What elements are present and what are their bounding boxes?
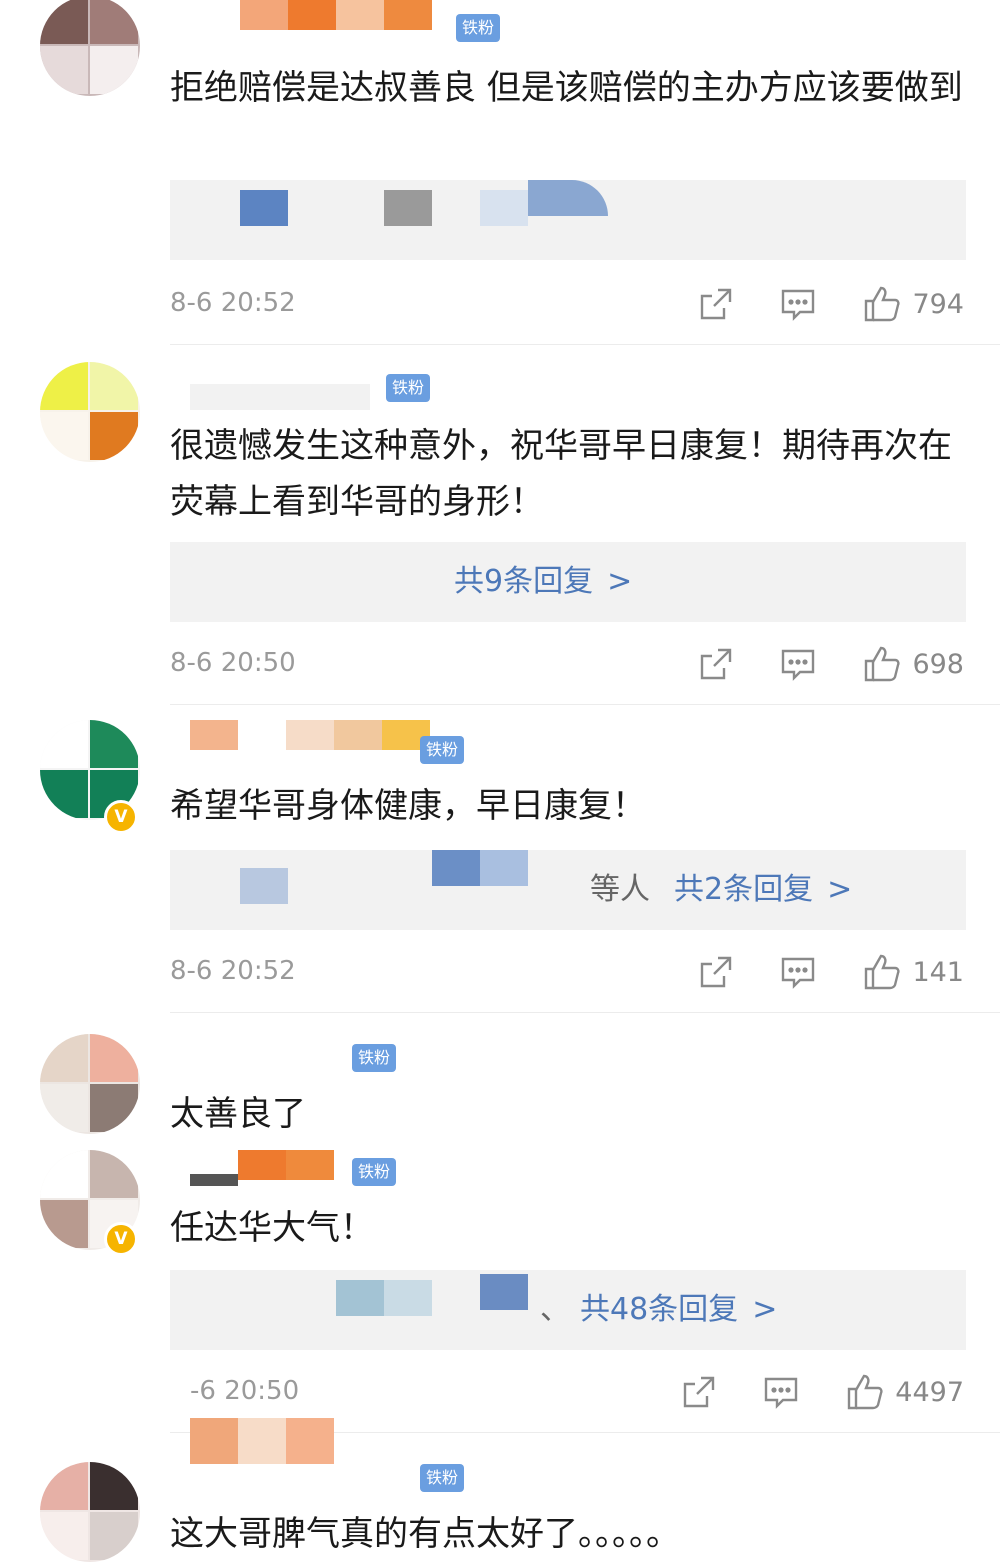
comment-time: 8-6 20:52 (170, 956, 296, 986)
avatar[interactable] (40, 1034, 140, 1134)
fan-badge: 铁粉 (352, 1044, 397, 1072)
share-icon[interactable] (698, 646, 734, 682)
verified-badge-icon: V (104, 1222, 138, 1256)
thumbs-up-icon (865, 646, 901, 682)
fan-badge: 铁粉 (386, 374, 431, 402)
view-replies-link[interactable]: 共2条回复 > (674, 850, 852, 930)
fan-badge: 铁粉 (456, 14, 501, 42)
fan-badge: 铁粉 (420, 736, 465, 764)
comment-actions: 698 (652, 644, 964, 684)
fan-badge: 铁粉 (420, 1464, 465, 1492)
reply-preview[interactable]: 共9条回复 > (170, 542, 966, 622)
like-button[interactable]: 4497 (845, 1372, 964, 1412)
username-blurred[interactable] (190, 720, 430, 750)
comment-time: 8-6 20:52 (170, 288, 296, 318)
chevron-right-icon: > (752, 1292, 778, 1327)
reply-users-suffix: 等人 (590, 872, 650, 907)
like-count: 141 (912, 956, 964, 988)
like-button[interactable]: 794 (862, 284, 964, 324)
like-button[interactable]: 141 (862, 952, 964, 992)
comment-time: 8-6 20:50 (170, 648, 296, 678)
view-replies-link[interactable]: 共48条回复 > (580, 1270, 777, 1350)
comment-text: 太善良了 (170, 1094, 306, 1134)
comment-actions: 794 (652, 284, 964, 324)
comment-actions: 141 (652, 952, 964, 992)
thumbs-up-icon (865, 286, 901, 322)
like-count: 698 (912, 648, 964, 680)
comment-actions: 4497 (635, 1372, 964, 1412)
username-blurred[interactable] (190, 1150, 370, 1186)
avatar[interactable] (40, 1462, 140, 1562)
comment-time: -6 20:50 (190, 1376, 300, 1406)
like-button[interactable]: 698 (862, 644, 964, 684)
share-icon[interactable] (698, 286, 734, 322)
chevron-right-icon: > (607, 564, 633, 599)
share-icon[interactable] (681, 1374, 717, 1410)
replies-count-label: 共2条回复 (674, 872, 814, 907)
share-icon[interactable] (698, 954, 734, 990)
divider (170, 344, 1000, 345)
comment-text: 很遗憾发生这种意外，祝华哥早日康复！期待再次在荧幕上看到华哥的身形！ (170, 426, 952, 522)
fan-badge: 铁粉 (352, 1158, 397, 1186)
like-count: 794 (912, 288, 964, 320)
verified-badge-icon: V (104, 800, 138, 834)
reply-preview[interactable]: 等人 共2条回复 > (170, 850, 966, 930)
reply-preview[interactable]: 、 共48条回复 > (170, 1270, 966, 1350)
comment-text: 这大哥脾气真的有点太好了。。。。。 (170, 1514, 680, 1554)
reply-preview[interactable] (170, 180, 966, 260)
thumbs-up-icon (865, 954, 901, 990)
avatar[interactable] (40, 362, 140, 462)
replies-count-label: 共9条回复 (454, 564, 594, 599)
username-blurred[interactable] (240, 0, 440, 30)
comment-text: 拒绝赔偿是达叔善良 但是该赔偿的主办方应该要做到 (170, 68, 963, 108)
comment-text: 希望华哥身体健康，早日康复！ (170, 786, 646, 826)
divider (170, 704, 1000, 705)
reply-users-suffix: 、 (540, 1292, 570, 1327)
username-blurred[interactable] (190, 380, 370, 410)
comment-icon[interactable] (780, 954, 816, 990)
divider (170, 1012, 1000, 1013)
chevron-right-icon: > (827, 872, 853, 907)
comment-icon[interactable] (780, 646, 816, 682)
username-blurred[interactable] (190, 1418, 390, 1464)
like-count: 4497 (895, 1376, 964, 1408)
comment-icon[interactable] (763, 1374, 799, 1410)
avatar[interactable] (40, 0, 140, 96)
replies-count-label: 共48条回复 (580, 1292, 739, 1327)
comment-icon[interactable] (780, 286, 816, 322)
thumbs-up-icon (848, 1374, 883, 1410)
view-replies-link[interactable]: 共9条回复 > (454, 542, 632, 622)
comment-text: 任达华大气！ (170, 1208, 374, 1248)
